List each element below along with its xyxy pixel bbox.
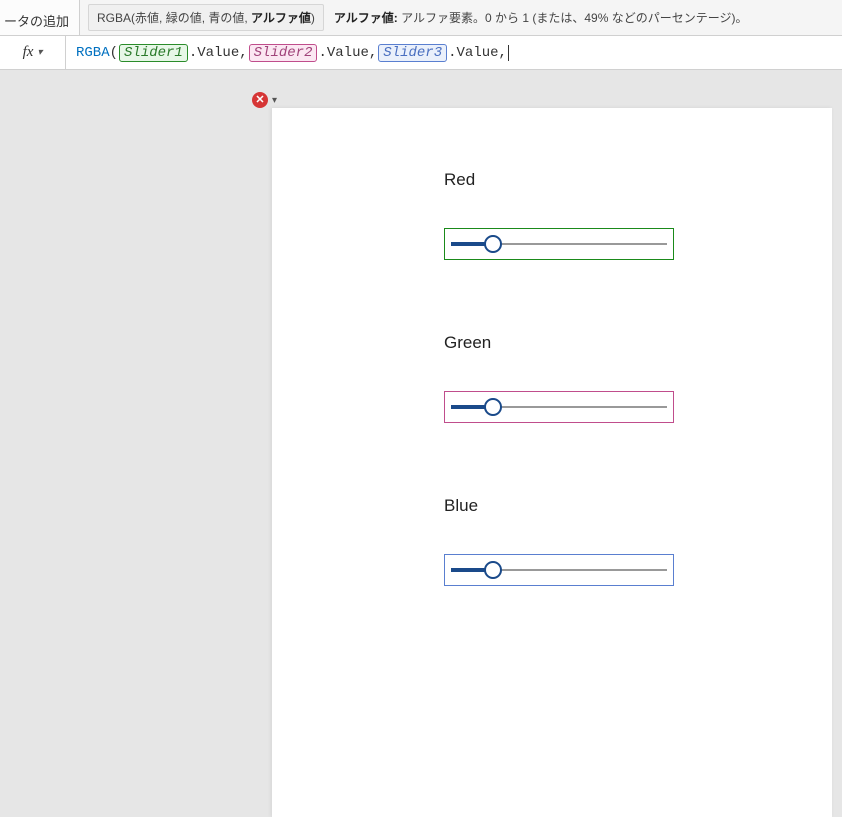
token-slider3: Slider3 (378, 44, 447, 62)
slider-thumb[interactable] (484, 235, 502, 253)
app-canvas[interactable]: Red Green Blue (272, 108, 832, 817)
blue-group: Blue (444, 496, 674, 586)
parameter-description: アルファ値: アルファ要素。0 から 1 (または、49% などのパーセンテージ… (334, 9, 748, 26)
text-cursor (508, 45, 509, 61)
green-group: Green (444, 333, 674, 423)
fx-button[interactable]: fx ▾ (0, 36, 66, 69)
blue-label: Blue (444, 496, 674, 516)
token-slider2: Slider2 (249, 44, 318, 62)
chevron-down-icon: ▾ (37, 47, 42, 58)
slider-blue[interactable] (444, 554, 674, 586)
token-slider1: Slider1 (119, 44, 188, 62)
ribbon-tab-label: ータの追加 (4, 11, 69, 30)
slider-green[interactable] (444, 391, 674, 423)
red-label: Red (444, 170, 674, 190)
error-icon: ✕ (252, 92, 268, 108)
formula-input[interactable]: RGBA( Slider1.Value, Slider2.Value, Slid… (66, 36, 842, 69)
red-group: Red (444, 170, 674, 260)
function-signature: RGBA(赤値, 緑の値, 青の値, アルファ値) (88, 4, 324, 31)
fx-label-text: fx (23, 44, 34, 61)
chevron-down-icon: ▾ (272, 95, 277, 106)
slider-thumb[interactable] (484, 561, 502, 579)
slider-thumb[interactable] (484, 398, 502, 416)
formula-hint: RGBA(赤値, 緑の値, 青の値, アルファ値) アルファ値: アルファ要素。… (80, 0, 842, 35)
intellisense-bar: ータの追加 RGBA(赤値, 緑の値, 青の値, アルファ値) アルファ値: ア… (0, 0, 842, 36)
ribbon-tab-data[interactable]: ータの追加 (0, 0, 80, 36)
error-indicator[interactable]: ✕ ▾ (252, 92, 277, 108)
formula-bar: fx ▾ RGBA( Slider1.Value, Slider2.Value,… (0, 36, 842, 70)
token-function: RGBA (76, 45, 110, 61)
slider-red[interactable] (444, 228, 674, 260)
work-area: ✕ ▾ Red Green Blue (0, 70, 842, 817)
green-label: Green (444, 333, 674, 353)
